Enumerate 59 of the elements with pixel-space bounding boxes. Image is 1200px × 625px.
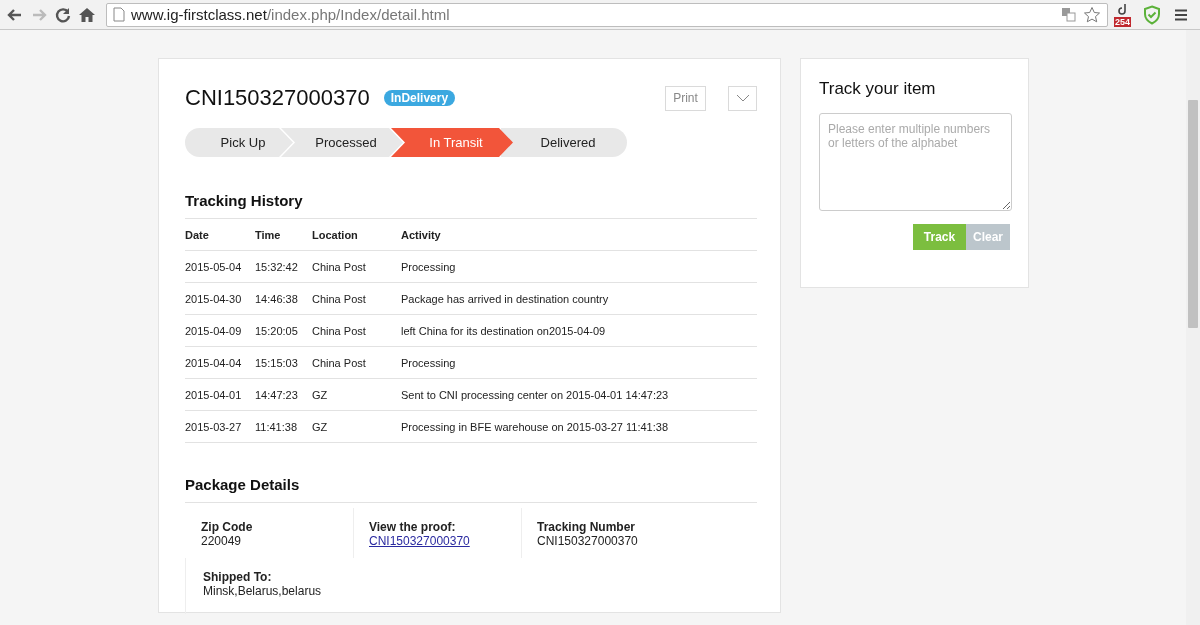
- table-cell: China Post: [312, 314, 401, 347]
- column-header: Activity: [401, 219, 757, 251]
- table-cell: GZ: [312, 378, 401, 411]
- address-bar[interactable]: www.ig-firstclass.net/index.php/Index/detail.html: [106, 2, 1108, 27]
- column-header: Date: [185, 219, 255, 251]
- progress-step: In Transit: [391, 128, 513, 157]
- table-cell: 11:41:38: [255, 410, 312, 443]
- detail-value: Minsk,Belarus,belarus: [203, 584, 322, 598]
- column-header: Location: [312, 219, 401, 251]
- page-icon: [113, 7, 125, 22]
- detail-value: CNI150327000370: [537, 534, 638, 548]
- table-cell: 14:46:38: [255, 282, 312, 315]
- table-cell: 2015-04-09: [185, 314, 255, 347]
- detail-value: 220049: [201, 534, 242, 548]
- tracking-input-field[interactable]: Please enter multiple numbers or letters of the alphabet: [819, 113, 1012, 211]
- reload-icon[interactable]: [54, 5, 72, 24]
- table-cell: 2015-04-30: [185, 282, 255, 315]
- menu-icon[interactable]: [1172, 6, 1190, 23]
- home-icon[interactable]: [78, 5, 96, 24]
- detail-label: Tracking Number: [537, 520, 637, 534]
- translate-icon[interactable]: [1061, 6, 1077, 23]
- table-cell: 2015-05-04: [185, 250, 255, 283]
- detail-label: View the proof:: [369, 520, 457, 534]
- table-cell: 15:32:42: [255, 250, 312, 283]
- table-cell: 2015-04-04: [185, 346, 255, 379]
- table-cell: 14:47:23: [255, 378, 312, 411]
- table-cell: Package has arrived in destination country: [401, 282, 757, 315]
- status-badge: InDelivery: [383, 90, 456, 106]
- table-cell: China Post: [312, 282, 401, 315]
- star-icon[interactable]: [1083, 5, 1101, 24]
- table-cell: Processing: [401, 250, 757, 283]
- table-cell: Processing: [401, 346, 757, 379]
- table-cell: Sent to CNI processing center on 2015-04-01 14:47:23: [401, 378, 757, 411]
- shield-check-icon[interactable]: [1142, 4, 1162, 25]
- detail-label: Zip Code: [201, 520, 254, 534]
- progress-step: Delivered: [501, 128, 627, 157]
- panel-title: Track your item: [819, 79, 937, 99]
- column-header: Time: [255, 219, 312, 251]
- table-cell: China Post: [312, 250, 401, 283]
- progress-step: Processed: [281, 128, 403, 157]
- tracking-number-title: CNI150327000370: [185, 85, 370, 111]
- scrollbar[interactable]: [1186, 30, 1200, 625]
- table-cell: China Post: [312, 346, 401, 379]
- section-heading: Package Details: [185, 476, 301, 493]
- table-cell: 2015-04-01: [185, 378, 255, 411]
- detail-label: Shipped To:: [203, 570, 273, 584]
- progress-step: Pick Up: [185, 128, 293, 157]
- track-button[interactable]: Track: [913, 224, 966, 250]
- section-heading: Tracking History: [185, 192, 304, 209]
- table-cell: left China for its destination on2015-04-09: [401, 314, 757, 347]
- chevron-down-icon: [735, 94, 750, 102]
- table-cell: GZ: [312, 410, 401, 443]
- proof-link[interactable]: CNI150327000370: [369, 534, 470, 548]
- table-cell: 15:20:05: [255, 314, 312, 347]
- extension-badge: 254: [1114, 16, 1132, 27]
- table-cell: Processing in BFE warehouse on 2015-03-27 11:41:38: [401, 410, 757, 443]
- print-button[interactable]: Print: [665, 85, 706, 111]
- table-cell: 2015-03-27: [185, 410, 255, 443]
- table-cell: 15:15:03: [255, 346, 312, 379]
